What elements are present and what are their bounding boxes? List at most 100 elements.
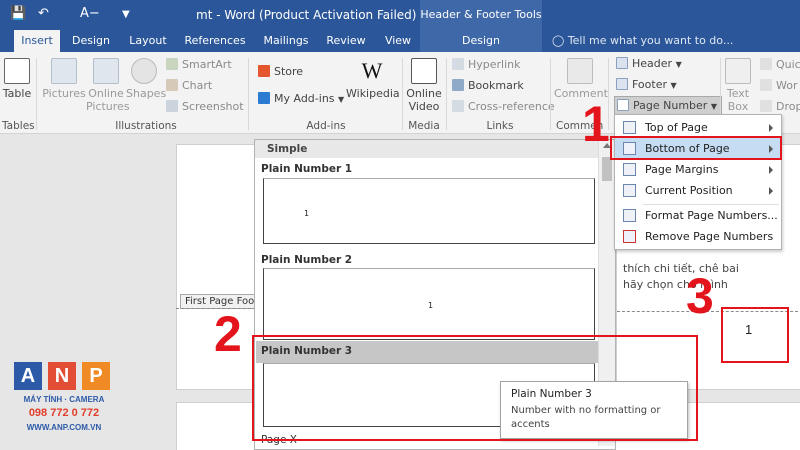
gallery-item-label: Plain Number 2	[261, 254, 353, 266]
divider	[402, 58, 403, 130]
quick-parts-button[interactable]: Quic	[760, 58, 800, 71]
screenshot-button[interactable]: Screenshot	[166, 100, 244, 113]
my-addins-button[interactable]: My Add-ins ▼	[258, 92, 344, 105]
inserted-page-number: 1	[745, 322, 753, 337]
store-button[interactable]: Store	[258, 65, 303, 78]
dropcap-icon	[760, 100, 772, 112]
online-pictures-button[interactable]: Online Pictures	[86, 58, 130, 113]
hyperlink-label: Hyperlink	[468, 58, 521, 71]
preview-page-number: 1	[304, 209, 310, 218]
addins-icon	[258, 92, 270, 104]
table-button[interactable]: Table	[2, 58, 32, 100]
chart-icon	[166, 79, 178, 91]
remove-page-numbers-icon	[623, 230, 636, 243]
logo-letter: N	[48, 362, 76, 390]
hyperlink-button[interactable]: Hyperlink	[452, 58, 521, 71]
bookmark-button[interactable]: Bookmark	[452, 79, 524, 92]
tab-review[interactable]: Review	[322, 30, 370, 52]
chevron-down-icon: ▼	[338, 95, 345, 104]
page-number-button[interactable]: Page Number ▼	[614, 96, 722, 116]
footer-icon	[616, 78, 628, 90]
lightbulb-icon: ◯	[552, 34, 565, 47]
shapes-icon	[131, 58, 157, 84]
my-addins-label: My Add-ins	[274, 92, 335, 105]
store-icon	[258, 65, 270, 77]
tell-me-text: Tell me what you want to do...	[567, 34, 734, 47]
annotation-step-2: 2	[214, 306, 242, 362]
format-page-numbers-icon	[623, 209, 636, 222]
quick-parts-label: Quic	[776, 58, 800, 71]
logo-tagline: MÁY TÍNH · CAMERA	[23, 395, 105, 404]
text-box-button[interactable]: Text Box	[722, 58, 754, 113]
tab-insert[interactable]: Insert	[14, 30, 60, 52]
wikipedia-icon: W	[361, 58, 383, 83]
chart-button[interactable]: Chart	[166, 79, 212, 92]
annotation-box-page-number	[721, 307, 789, 363]
tab-design[interactable]: Design	[66, 30, 116, 52]
menu-item-label: Top of Page	[645, 121, 708, 134]
scroll-thumb[interactable]	[602, 157, 612, 181]
menu-item-label: Current Position	[645, 184, 733, 197]
submenu-arrow-icon	[769, 187, 773, 195]
online-video-button[interactable]: Online Video	[404, 58, 444, 113]
header-icon	[616, 57, 628, 69]
logo-letter: A	[14, 362, 42, 390]
menu-item-format-page-numbers[interactable]: Format Page Numbers...	[615, 205, 781, 226]
tell-me-box[interactable]: ◯ Tell me what you want to do...	[552, 30, 733, 52]
logo-letter: P	[82, 362, 110, 390]
smartart-icon	[166, 58, 178, 70]
preview-page-number: 1	[428, 301, 434, 310]
page-number-icon	[617, 99, 629, 111]
comment-button[interactable]: Comment	[554, 58, 608, 100]
tab-mailings[interactable]: Mailings	[258, 30, 314, 52]
text-format-icon[interactable]: A−	[80, 6, 100, 21]
save-icon[interactable]: 💾	[10, 6, 26, 21]
menu-item-current-position[interactable]: Current Position	[615, 180, 781, 201]
tab-layout[interactable]: Layout	[124, 30, 172, 52]
comment-icon	[567, 58, 593, 84]
footer-label: Footer	[632, 78, 667, 91]
bookmark-icon	[452, 79, 464, 91]
cross-reference-button[interactable]: Cross-reference	[452, 100, 555, 113]
logo-website: WWW.ANP.COM.VN	[26, 423, 102, 432]
table-label: Table	[2, 87, 32, 100]
tab-hf-design[interactable]: Design	[420, 30, 542, 52]
gallery-heading: Simple	[255, 140, 615, 158]
pictures-button[interactable]: Pictures	[42, 58, 86, 100]
tab-view[interactable]: View	[378, 30, 418, 52]
menu-item-top-of-page[interactable]: Top of Page	[615, 117, 781, 138]
chart-label: Chart	[182, 79, 213, 92]
wordart-button[interactable]: Wor	[760, 79, 797, 92]
table-icon	[4, 58, 30, 84]
top-of-page-icon	[623, 121, 636, 134]
chevron-down-icon: ▼	[710, 102, 717, 111]
group-media: Media	[408, 120, 440, 132]
group-illustrations: Illustrations	[115, 120, 177, 132]
undo-icon[interactable]: ↶	[38, 6, 49, 21]
menu-item-page-margins[interactable]: Page Margins	[615, 159, 781, 180]
customize-qat-icon[interactable]: ▼	[122, 9, 130, 20]
header-button[interactable]: Header ▼	[616, 57, 682, 70]
screenshot-label: Screenshot	[182, 100, 244, 113]
text-box-icon	[725, 58, 751, 84]
menu-item-remove-page-numbers[interactable]: Remove Page Numbers	[615, 226, 781, 247]
dropcap-button[interactable]: Drop	[760, 100, 800, 113]
annotation-box-bottom-of-page	[610, 136, 782, 160]
pictures-icon	[51, 58, 77, 84]
tab-references[interactable]: References	[180, 30, 250, 52]
menu-item-label: Remove Page Numbers	[645, 230, 774, 243]
wikipedia-button[interactable]: W Wikipedia	[346, 58, 400, 100]
wordart-label: Wor	[776, 79, 798, 92]
wordart-icon	[760, 79, 772, 91]
body-text-line: hãy chọn cho mình	[623, 278, 728, 291]
group-addins: Add-ins	[306, 120, 346, 132]
footer-button[interactable]: Footer ▼	[616, 78, 677, 91]
gallery-item-plain-number-2[interactable]: 1	[263, 268, 595, 340]
smartart-button[interactable]: SmartArt	[166, 58, 232, 71]
menu-item-label: Format Page Numbers...	[645, 209, 778, 222]
shapes-button[interactable]: Shapes	[126, 58, 166, 100]
window-title: mt - Word (Product Activation Failed)	[196, 8, 417, 22]
page-number-label: Page Number	[633, 99, 708, 112]
gallery-item-plain-number-1[interactable]: 1	[263, 178, 595, 244]
online-pictures-icon	[93, 58, 119, 84]
